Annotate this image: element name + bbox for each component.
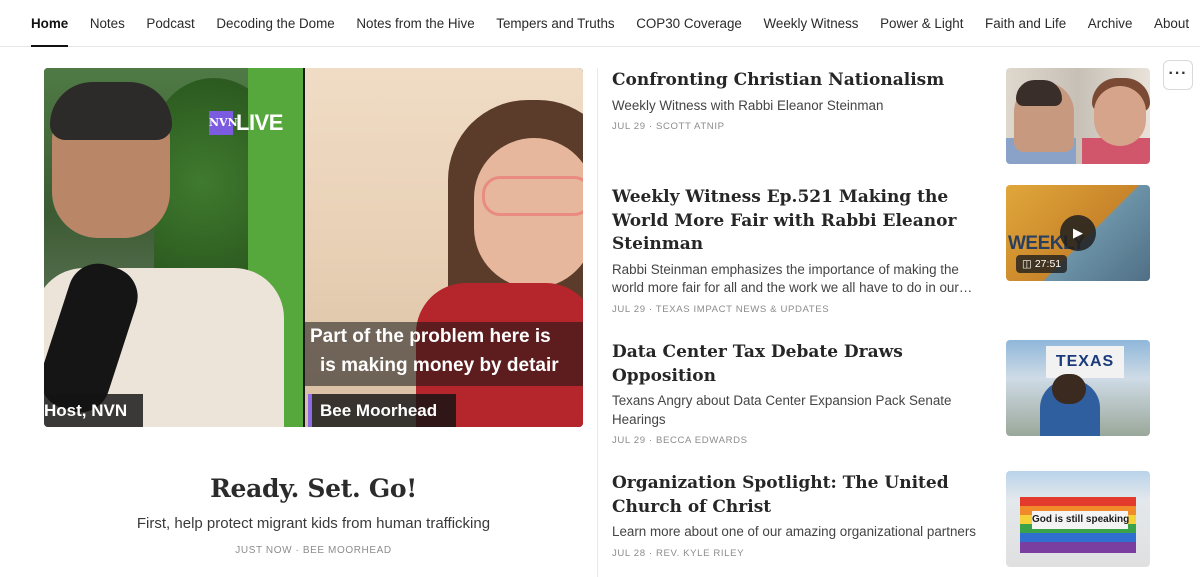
post-title[interactable]: Data Center Tax Debate Draws Opposition <box>612 341 984 388</box>
caption-line-1: Part of the problem here is <box>310 326 551 347</box>
post-meta: JUL 29 · TEXAS IMPACT NEWS & UPDATES <box>612 303 830 315</box>
post-subtitle: Weekly Witness with Rabbi Eleanor Steinm… <box>612 97 884 113</box>
live-badge: NVN LIVE <box>209 110 283 136</box>
guest-glasses <box>482 176 583 216</box>
caption-line-2: is making money by detair <box>320 355 559 376</box>
thumbnail-figure <box>1016 80 1062 106</box>
post-meta: JUL 29 · BECCA EDWARDS <box>612 435 748 446</box>
duration-badge: ◫ 27:51 <box>1016 255 1068 273</box>
post-title[interactable]: Organization Spotlight: The United Churc… <box>612 472 984 519</box>
video-duration: 27:51 <box>1034 258 1062 270</box>
nav-item-podcast[interactable]: Podcast <box>146 0 194 47</box>
post-thumbnail[interactable]: TEXAS <box>1006 340 1150 436</box>
featured-post-title[interactable]: Ready. Set. Go! <box>44 474 583 503</box>
featured-post-meta: JUST NOW · BEE MOORHEAD <box>235 545 392 556</box>
column-divider <box>597 68 598 577</box>
nav-item-home[interactable]: Home <box>31 0 69 47</box>
featured-video-thumbnail[interactable]: NVN LIVE Part of the problem here is is … <box>44 68 583 427</box>
nav-item-about[interactable]: About <box>1154 0 1189 47</box>
post-subtitle: Texans Angry about Data Center Expansion… <box>612 393 952 427</box>
host-hair <box>50 82 172 140</box>
post-subtitle: Learn more about one of our amazing orga… <box>612 524 977 539</box>
featured-post-subtitle: First, help protect migrant kids from hu… <box>136 515 491 532</box>
more-options-button[interactable]: ··· <box>1163 60 1193 90</box>
live-label: LIVE <box>236 110 283 135</box>
post-subtitle: Rabbi Steinman emphasizes the importance… <box>612 261 973 296</box>
post-title[interactable]: Weekly Witness Ep.521 Making the World M… <box>612 186 984 257</box>
nav-items: Home Notes Podcast Decoding the Dome Not… <box>31 0 1200 47</box>
nav-item-tempers-and-truths[interactable]: Tempers and Truths <box>496 0 614 47</box>
nav-item-cop30-coverage[interactable]: COP30 Coverage <box>636 0 742 47</box>
nav-item-weekly-witness[interactable]: Weekly Witness <box>763 0 858 47</box>
nav-item-power-and-light[interactable]: Power & Light <box>880 0 963 47</box>
nav-item-decoding-the-dome[interactable]: Decoding the Dome <box>216 0 334 47</box>
video-camera-icon: ◫ <box>1022 258 1032 270</box>
top-navigation: Home Notes Podcast Decoding the Dome Not… <box>0 0 1200 47</box>
host-name-tag: Host, NVN <box>44 394 144 427</box>
banner-text: God is still speaking <box>1032 511 1129 529</box>
nav-item-faith-and-life[interactable]: Faith and Life <box>985 0 1066 47</box>
post-thumbnail[interactable] <box>1006 68 1150 164</box>
more-horizontal-icon: ··· <box>1168 65 1188 82</box>
nav-item-notes-from-the-hive[interactable]: Notes from the Hive <box>356 0 474 47</box>
thumbnail-figure <box>1094 86 1146 146</box>
nvn-logo: NVN <box>209 111 238 135</box>
thumbnail-figure <box>1052 374 1086 404</box>
guest-name-tag: Bee Moorhead <box>308 394 456 427</box>
protest-sign: TEXAS <box>1046 346 1124 378</box>
nav-item-archive[interactable]: Archive <box>1088 0 1133 47</box>
post-title[interactable]: Confronting Christian Nationalism <box>612 69 984 93</box>
nav-item-notes[interactable]: Notes <box>90 0 125 47</box>
post-video-thumbnail[interactable]: WEEKLY ▶ ◫ 27:51 <box>1006 185 1150 281</box>
post-thumbnail[interactable]: God is still speaking <box>1006 471 1150 567</box>
play-icon[interactable]: ▶ <box>1060 215 1096 251</box>
